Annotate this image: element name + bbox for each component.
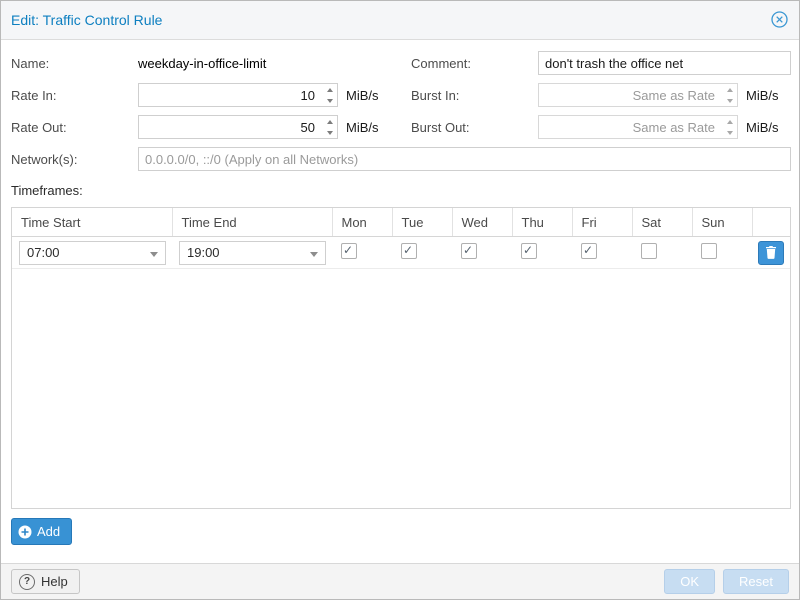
- column-header-fri: Fri: [572, 208, 632, 237]
- burst-in-label: Burst In:: [411, 88, 459, 103]
- help-button-label: Help: [41, 574, 68, 589]
- time-start-value: 07:00: [27, 245, 60, 260]
- spinner-down-button[interactable]: [722, 95, 737, 106]
- column-header-mon: Mon: [332, 208, 392, 237]
- grid-header-row: Time Start Time End Mon Tue Wed Thu Fri …: [12, 208, 790, 237]
- burst-out-unit: MiB/s: [746, 120, 779, 135]
- rate-in-input[interactable]: [138, 83, 338, 107]
- reset-button-label: Reset: [739, 574, 773, 589]
- arrow-down-icon: [727, 99, 733, 103]
- arrow-up-icon: [327, 88, 333, 92]
- time-start-select[interactable]: 07:00: [19, 241, 166, 265]
- checkbox-sat[interactable]: [641, 243, 657, 259]
- timeframes-label: Timeframes:: [11, 183, 83, 198]
- checkbox-thu[interactable]: [521, 243, 537, 259]
- spinner-up-button[interactable]: [722, 116, 737, 127]
- chevron-down-icon: [150, 252, 158, 257]
- plus-circle-icon: [18, 525, 32, 539]
- delete-row-button[interactable]: [758, 241, 784, 265]
- timeframes-grid: Time Start Time End Mon Tue Wed Thu Fri …: [11, 207, 791, 509]
- checkbox-sun[interactable]: [701, 243, 717, 259]
- networks-input[interactable]: [138, 147, 791, 171]
- burst-out-label: Burst Out:: [411, 120, 470, 135]
- burst-in-unit: MiB/s: [746, 88, 779, 103]
- column-header-time-end: Time End: [172, 208, 332, 237]
- arrow-down-icon: [327, 99, 333, 103]
- arrow-down-icon: [327, 131, 333, 135]
- edit-traffic-control-rule-dialog: Edit: Traffic Control Rule Name: weekday…: [0, 0, 800, 600]
- rate-out-label: Rate Out:: [11, 120, 67, 135]
- networks-label: Network(s):: [11, 152, 77, 167]
- help-icon: ?: [19, 574, 35, 590]
- rate-in-spinner: [322, 84, 337, 106]
- checkbox-tue[interactable]: [401, 243, 417, 259]
- rate-in-label: Rate In:: [11, 88, 57, 103]
- rate-in-unit: MiB/s: [346, 88, 379, 103]
- time-end-value: 19:00: [187, 245, 220, 260]
- spinner-down-button[interactable]: [722, 127, 737, 138]
- burst-out-spinner: [722, 116, 737, 138]
- burst-in-input[interactable]: [538, 83, 738, 107]
- column-header-sun: Sun: [692, 208, 752, 237]
- arrow-down-icon: [727, 131, 733, 135]
- column-header-thu: Thu: [512, 208, 572, 237]
- column-header-wed: Wed: [452, 208, 512, 237]
- timeframe-row: 07:00 19:00: [12, 237, 790, 269]
- spinner-up-button[interactable]: [322, 84, 337, 95]
- dialog-title: Edit: Traffic Control Rule: [11, 12, 162, 28]
- time-end-select[interactable]: 19:00: [179, 241, 326, 265]
- reset-button[interactable]: Reset: [723, 569, 789, 594]
- comment-input[interactable]: [538, 51, 791, 75]
- dialog-footer: ? Help OK Reset: [1, 563, 799, 599]
- chevron-down-icon: [310, 252, 318, 257]
- column-header-tue: Tue: [392, 208, 452, 237]
- ok-button-label: OK: [680, 574, 699, 589]
- checkbox-mon[interactable]: [341, 243, 357, 259]
- column-header-actions: [752, 208, 790, 237]
- add-button[interactable]: Add: [11, 518, 72, 545]
- checkbox-fri[interactable]: [581, 243, 597, 259]
- trash-icon: [765, 246, 777, 259]
- arrow-up-icon: [727, 120, 733, 124]
- spinner-up-button[interactable]: [322, 116, 337, 127]
- close-button[interactable]: [771, 11, 788, 28]
- rate-out-unit: MiB/s: [346, 120, 379, 135]
- spinner-down-button[interactable]: [322, 127, 337, 138]
- close-icon: [771, 11, 788, 28]
- spinner-down-button[interactable]: [322, 95, 337, 106]
- rate-out-input[interactable]: [138, 115, 338, 139]
- burst-out-input[interactable]: [538, 115, 738, 139]
- spinner-up-button[interactable]: [722, 84, 737, 95]
- add-button-label: Add: [37, 524, 60, 539]
- dialog-header: Edit: Traffic Control Rule: [1, 1, 799, 40]
- name-value: weekday-in-office-limit: [138, 56, 266, 71]
- ok-button[interactable]: OK: [664, 569, 715, 594]
- comment-label: Comment:: [411, 56, 471, 71]
- name-label: Name:: [11, 56, 49, 71]
- rate-out-spinner: [322, 116, 337, 138]
- help-button[interactable]: ? Help: [11, 569, 80, 594]
- arrow-up-icon: [727, 88, 733, 92]
- column-header-sat: Sat: [632, 208, 692, 237]
- burst-in-spinner: [722, 84, 737, 106]
- checkbox-wed[interactable]: [461, 243, 477, 259]
- arrow-up-icon: [327, 120, 333, 124]
- column-header-time-start: Time Start: [12, 208, 172, 237]
